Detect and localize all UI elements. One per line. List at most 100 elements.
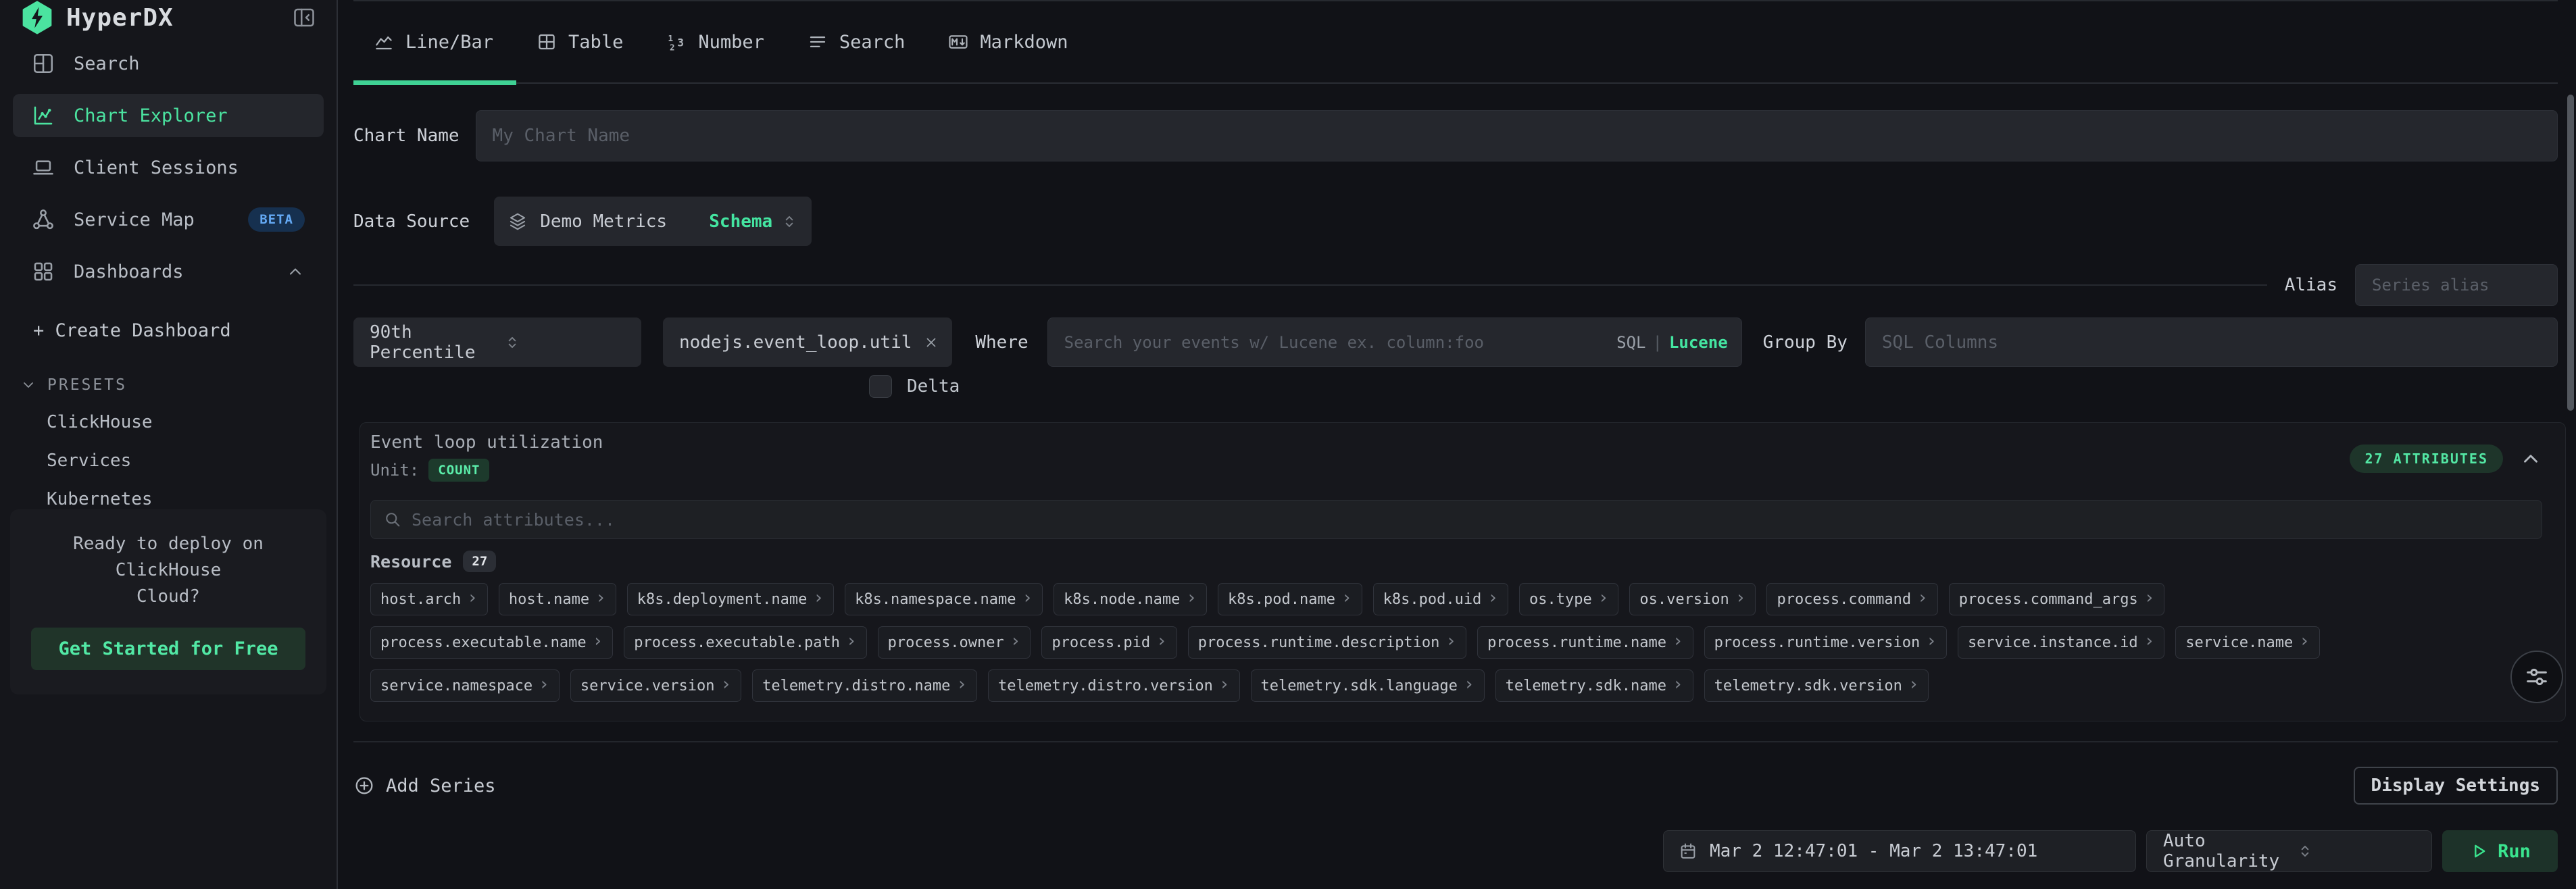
attribute-chip[interactable]: process.runtime.name › bbox=[1477, 626, 1693, 659]
divider bbox=[353, 741, 2558, 742]
search-icon bbox=[383, 510, 402, 529]
layout-icon bbox=[32, 52, 56, 75]
sql-option[interactable]: SQL bbox=[1616, 333, 1645, 352]
attribute-chip[interactable]: service.instance.id › bbox=[1958, 626, 2164, 659]
sidebar-item-search[interactable]: Search bbox=[13, 42, 324, 85]
lucene-option[interactable]: Lucene bbox=[1669, 333, 1728, 352]
chevron-right-icon: › bbox=[1735, 589, 1746, 607]
tab-label: Line/Bar bbox=[405, 32, 493, 53]
attribute-chip[interactable]: service.version › bbox=[570, 669, 741, 702]
sidebar-nav: Search Chart Explorer Client Sessions bbox=[0, 35, 337, 293]
presets-header[interactable]: PRESETS bbox=[20, 376, 337, 394]
attribute-chip[interactable]: process.command › bbox=[1766, 583, 1937, 615]
data-source-select[interactable]: Demo Metrics Schema bbox=[494, 197, 812, 246]
resource-group-header: Resource 27 bbox=[370, 551, 2542, 572]
attribute-chip[interactable]: telemetry.sdk.version › bbox=[1704, 669, 1929, 702]
resource-count-badge: 27 bbox=[463, 551, 496, 572]
sidebar-item-client-sessions[interactable]: Client Sessions bbox=[13, 146, 324, 189]
attribute-chip[interactable]: process.runtime.description › bbox=[1188, 626, 1466, 659]
attribute-chip[interactable]: service.namespace › bbox=[370, 669, 560, 702]
preset-item[interactable]: ClickHouse bbox=[47, 412, 337, 432]
chevron-right-icon: › bbox=[1673, 632, 1683, 650]
attribute-chip[interactable]: k8s.pod.name › bbox=[1218, 583, 1362, 615]
attribute-chip[interactable]: process.executable.path › bbox=[624, 626, 866, 659]
run-button[interactable]: Run bbox=[2442, 830, 2558, 872]
sidebar-item-label: Service Map bbox=[74, 209, 195, 230]
granularity-select[interactable]: Auto Granularity bbox=[2146, 830, 2432, 872]
presets-section: PRESETS ClickHouse Services Kubernetes bbox=[20, 376, 337, 509]
attribute-chip[interactable]: k8s.node.name › bbox=[1054, 583, 1207, 615]
preset-item[interactable]: Services bbox=[47, 451, 337, 471]
attribute-search-input[interactable] bbox=[412, 510, 2529, 530]
close-icon[interactable] bbox=[924, 335, 939, 350]
attribute-chip[interactable]: process.executable.name › bbox=[370, 626, 613, 659]
chart-settings-floating-button[interactable] bbox=[2510, 651, 2563, 703]
layers-icon bbox=[507, 211, 528, 232]
chevron-up-icon[interactable] bbox=[2519, 447, 2542, 470]
sidebar-collapse-icon[interactable] bbox=[292, 5, 316, 30]
attribute-chip[interactable]: telemetry.sdk.name › bbox=[1495, 669, 1693, 702]
add-series-button[interactable]: Add Series bbox=[353, 775, 496, 796]
attribute-chip[interactable]: process.pid › bbox=[1041, 626, 1176, 659]
alias-row: Alias bbox=[353, 264, 2558, 306]
sidebar-item-label: Client Sessions bbox=[74, 157, 239, 178]
alias-input[interactable] bbox=[2355, 264, 2558, 306]
group-by-label: Group By bbox=[1763, 332, 1848, 353]
network-icon bbox=[32, 208, 56, 231]
beta-badge: BETA bbox=[248, 207, 305, 232]
sidebar-item-chart-explorer[interactable]: Chart Explorer bbox=[13, 94, 324, 137]
line-chart-icon bbox=[374, 32, 394, 52]
group-by-input[interactable] bbox=[1865, 318, 2558, 367]
alias-label: Alias bbox=[2285, 275, 2337, 295]
attribute-chip[interactable]: process.command_args › bbox=[1949, 583, 2165, 615]
tab-table[interactable]: Table bbox=[516, 1, 646, 82]
scrollbar-thumb[interactable] bbox=[2567, 95, 2574, 411]
preset-item[interactable]: Kubernetes bbox=[47, 489, 337, 509]
chart-type-tabs: Line/Bar Table 1 2 3 Number bbox=[353, 0, 2558, 84]
metric-field-chip[interactable]: nodejs.event_loop.util bbox=[663, 318, 952, 367]
chevron-right-icon: › bbox=[721, 676, 732, 693]
attribute-chip[interactable]: process.runtime.version › bbox=[1704, 626, 1947, 659]
attribute-chip[interactable]: host.arch › bbox=[370, 583, 488, 615]
chart-name-input[interactable] bbox=[476, 110, 2558, 161]
attribute-chip[interactable]: process.owner › bbox=[878, 626, 1031, 659]
attribute-chip[interactable]: k8s.pod.uid › bbox=[1373, 583, 1508, 615]
attribute-chip[interactable]: k8s.namespace.name › bbox=[845, 583, 1043, 615]
chevron-right-icon: › bbox=[1022, 589, 1033, 607]
attribute-chip[interactable]: service.name › bbox=[2175, 626, 2320, 659]
chevron-right-icon: › bbox=[595, 589, 606, 607]
sidebar-item-dashboards[interactable]: Dashboards bbox=[13, 250, 324, 293]
aggregation-select[interactable]: 90th Percentile bbox=[353, 318, 641, 367]
where-search-input[interactable] bbox=[1064, 333, 1610, 352]
unit-badge: COUNT bbox=[428, 459, 489, 482]
delta-checkbox[interactable] bbox=[869, 375, 892, 398]
tab-label: Table bbox=[568, 32, 623, 53]
attribute-chip[interactable]: k8s.deployment.name › bbox=[627, 583, 834, 615]
divider bbox=[353, 284, 2267, 286]
create-dashboard-button[interactable]: + Create Dashboard bbox=[33, 320, 337, 341]
tab-line-bar[interactable]: Line/Bar bbox=[353, 1, 516, 82]
tab-search[interactable]: Search bbox=[787, 1, 928, 82]
attribute-chip[interactable]: telemetry.sdk.language › bbox=[1251, 669, 1485, 702]
chevron-right-icon: › bbox=[1219, 676, 1230, 693]
sidebar-item-service-map[interactable]: Service Map BETA bbox=[13, 198, 324, 241]
cloud-card-text: Ready to deploy on ClickHouse Cloud? bbox=[26, 531, 310, 610]
tab-label: Markdown bbox=[980, 32, 1068, 53]
get-started-button[interactable]: Get Started for Free bbox=[31, 628, 305, 670]
add-series-label: Add Series bbox=[386, 776, 496, 796]
attribute-chip[interactable]: os.type › bbox=[1519, 583, 1618, 615]
tab-label: Search bbox=[839, 32, 906, 53]
attribute-chip[interactable]: telemetry.distro.name › bbox=[752, 669, 977, 702]
metric-field-value: nodejs.event_loop.util bbox=[679, 332, 912, 353]
schema-link[interactable]: Schema bbox=[709, 211, 772, 232]
select-updown-icon bbox=[2296, 842, 2421, 860]
select-updown-icon bbox=[503, 334, 629, 351]
display-settings-button[interactable]: Display Settings bbox=[2354, 767, 2558, 805]
attribute-chip[interactable]: telemetry.distro.version › bbox=[988, 669, 1240, 702]
tab-markdown[interactable]: Markdown bbox=[928, 1, 1091, 82]
tab-number[interactable]: 1 2 3 Number bbox=[646, 1, 787, 82]
time-range-picker[interactable]: Mar 2 12:47:01 - Mar 2 13:47:01 bbox=[1663, 830, 2136, 872]
attribute-chip[interactable]: host.name › bbox=[499, 583, 616, 615]
attribute-chip[interactable]: os.version › bbox=[1629, 583, 1756, 615]
query-language-toggle[interactable]: SQL|Lucene bbox=[1616, 333, 1728, 352]
